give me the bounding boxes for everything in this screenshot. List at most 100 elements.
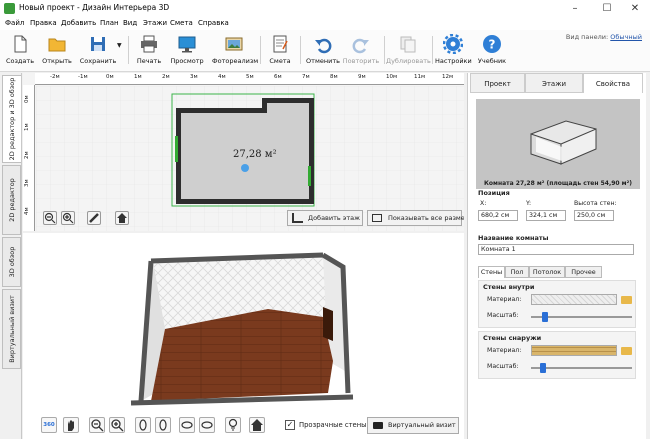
tab-project[interactable]: Проект [470, 73, 525, 93]
preview-button[interactable]: Просмотр [170, 32, 204, 68]
tab-2d-and-3d-label: 2D редактор и 3D обзор [8, 77, 16, 161]
inner-walls-group: Стены внутри Материал: Масштаб: [478, 280, 636, 328]
panel-view-value[interactable]: Обычный [610, 33, 642, 41]
menu-plan[interactable]: План [100, 19, 119, 27]
ruler-tick-label: 0м [24, 95, 30, 103]
main-toolbar: Создать Открыть Сохранить ▼ Печать Просм… [0, 30, 650, 72]
subtab-ceiling[interactable]: Потолок [529, 266, 565, 278]
ruler-tick-label: 8м [330, 74, 338, 80]
outer-scale-slider[interactable] [531, 367, 632, 369]
ruler-tick-label: 1м [24, 123, 30, 131]
tab-floors[interactable]: Этажи [525, 73, 583, 93]
menu-bar: Файл Правка Добавить План Вид Этажи Смет… [0, 18, 650, 30]
print-label: Печать [136, 57, 162, 65]
create-button[interactable]: Создать [4, 32, 36, 68]
title-bar: Новый проект - Дизайн Интерьера 3D – ☐ ✕ [0, 0, 650, 18]
subtab-walls[interactable]: Стены [478, 266, 505, 278]
photo-realism-icon [225, 37, 243, 51]
ruler-horizontal: -2м -1м 0м 1м 2м 3м 4м 5м 6м 7м 8м 9м 10… [35, 73, 464, 85]
minimize-button[interactable]: – [560, 0, 590, 18]
inner-walls-title: Стены внутри [483, 283, 535, 291]
dimensions-icon [372, 214, 382, 222]
add-floor-button[interactable]: Добавить этаж [287, 210, 363, 226]
tab-2d-editor[interactable]: 2D редактор [2, 165, 21, 235]
ruler-tick-label: 6м [274, 74, 282, 80]
tab-virtual-visit[interactable]: Виртуальный визит [2, 289, 21, 369]
ruler-measure-icon[interactable] [87, 211, 101, 225]
zoom-out-icon[interactable] [43, 211, 57, 225]
redo-button[interactable]: Повторить [342, 32, 380, 68]
room-move-handle-icon[interactable] [241, 164, 249, 172]
ruler-tick-label: 4м [218, 74, 226, 80]
home-3d-icon[interactable] [249, 417, 265, 433]
menu-estimate[interactable]: Смета [170, 19, 193, 27]
tilt-up-icon[interactable] [179, 417, 195, 433]
rotate-left-icon[interactable] [135, 417, 151, 433]
tab-virtual-visit-label: Виртуальный визит [7, 295, 16, 363]
inner-material-folder-icon[interactable] [621, 296, 632, 304]
virtual-visit-button[interactable]: Виртуальный визит [367, 417, 459, 434]
panel-view-label: Вид панели: [565, 33, 609, 41]
transparent-walls-checkbox[interactable]: ✓ [285, 420, 295, 430]
tutorial-label: Учебник [477, 57, 507, 65]
new-file-icon [14, 35, 27, 53]
viewport-3d[interactable]: 360 ✓ Прозрачные стены Виртуальный визит [23, 233, 464, 439]
plan-editor-2d[interactable]: -2м -1м 0м 1м 2м 3м 4м 5м 6м 7м 8м 9м 10… [23, 73, 464, 231]
open-button[interactable]: Открыть [40, 32, 74, 68]
outer-material-folder-icon[interactable] [621, 347, 632, 355]
inner-material-swatch[interactable] [531, 294, 617, 305]
menu-file[interactable]: Файл [5, 19, 24, 27]
outer-material-swatch[interactable] [531, 345, 617, 356]
floppy-save-icon [91, 37, 105, 51]
close-button[interactable]: ✕ [620, 0, 650, 18]
photorealism-button[interactable]: Фотореализм [212, 32, 258, 68]
room-name-title: Название комнаты [478, 234, 549, 242]
y-label: Y: [526, 200, 532, 207]
properties-panel: Проект Этажи Свойства Комната 27,28 м² (… [467, 73, 646, 439]
tab-3d-view-label: 3D обзор [7, 246, 16, 278]
subtab-floor[interactable]: Пол [505, 266, 529, 278]
wall-height-field[interactable]: 250,0 см [574, 210, 614, 221]
settings-button[interactable]: Настройки [435, 32, 472, 68]
estimate-notepad-icon [273, 35, 288, 53]
duplicate-button[interactable]: Дублировать [386, 32, 431, 68]
zoom-in-icon[interactable] [61, 211, 75, 225]
undo-button[interactable]: Отменить [306, 32, 340, 68]
menu-edit[interactable]: Правка [30, 19, 57, 27]
outer-scale-thumb[interactable] [539, 363, 546, 373]
tilt-down-icon[interactable] [199, 417, 215, 433]
tab-3d-view[interactable]: 3D обзор [2, 237, 21, 287]
room-name-input[interactable]: Комната 1 [478, 244, 634, 255]
x-label: X: [480, 200, 487, 207]
estimate-button[interactable]: Смета [266, 32, 294, 68]
ruler-tick-label: 12м [442, 74, 454, 80]
save-dropdown-chevron-icon[interactable]: ▼ [117, 42, 122, 49]
save-button[interactable]: Сохранить [78, 32, 118, 68]
tab-2d-and-3d[interactable]: 2D редактор и 3D обзор [2, 75, 21, 163]
maximize-button[interactable]: ☐ [592, 0, 622, 18]
inner-scale-thumb[interactable] [542, 312, 549, 322]
home-icon[interactable] [115, 211, 129, 225]
ruler-vertical: 0м 1м 2м 3м 4м [23, 85, 35, 231]
show-all-sizes-button[interactable]: Показывать все размеры [367, 210, 464, 226]
rotate-360-icon[interactable]: 360 [41, 417, 57, 433]
rotate-right-icon[interactable] [155, 417, 171, 433]
pan-hand-icon[interactable] [63, 417, 79, 433]
subtab-other[interactable]: Прочее [565, 266, 602, 278]
panel-view-selector[interactable]: Вид панели: Обычный [566, 33, 642, 41]
print-button[interactable]: Печать [134, 32, 164, 68]
menu-floors[interactable]: Этажи [143, 19, 167, 27]
menu-view[interactable]: Вид [123, 19, 137, 27]
menu-help[interactable]: Справка [198, 19, 229, 27]
ruler-tick-label: 7м [302, 74, 310, 80]
menu-add[interactable]: Добавить [61, 19, 96, 27]
room-preview [476, 99, 640, 179]
create-label: Создать [5, 57, 35, 65]
tab-properties[interactable]: Свойства [583, 73, 643, 93]
y-field[interactable]: 324,1 см [526, 210, 566, 221]
tutorial-button[interactable]: ? Учебник [474, 32, 510, 68]
x-field[interactable]: 680,2 см [478, 210, 518, 221]
light-bulb-icon[interactable] [225, 417, 241, 433]
zoom-out-3d-icon[interactable] [89, 417, 105, 433]
zoom-in-3d-icon[interactable] [109, 417, 125, 433]
